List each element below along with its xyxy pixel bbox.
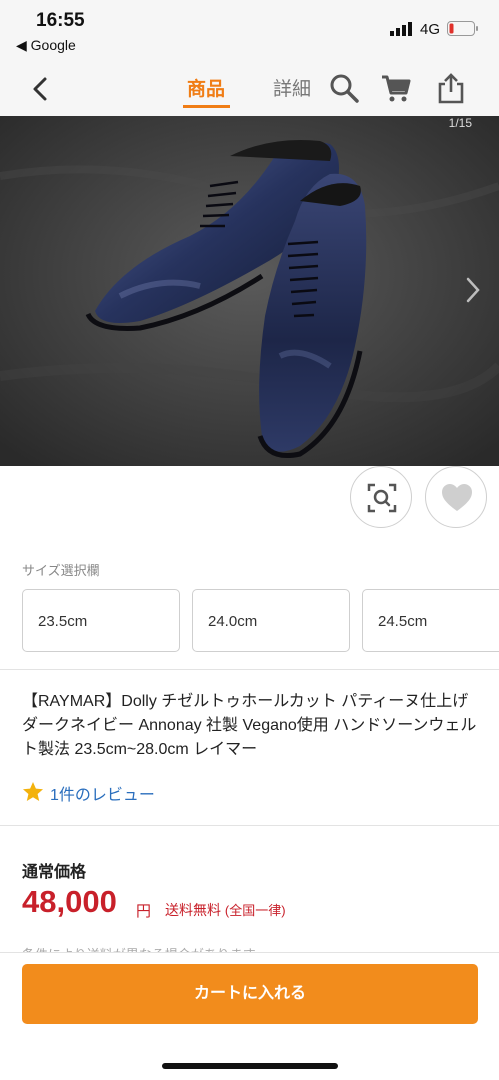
heart-icon [442,484,472,511]
shipping-note: (全国一律) [224,903,286,918]
status-time: 16:55 [36,10,85,31]
share-icon[interactable] [435,72,467,104]
search-icon[interactable] [328,72,360,104]
tab-details[interactable]: 詳細 [273,74,311,101]
top-nav-bar: 商品 詳細 [0,64,499,116]
tab-product[interactable]: 商品 [187,74,225,101]
size-option[interactable]: 24.0cm [192,589,350,652]
price-unit: 円 [136,903,152,920]
review-link[interactable]: 1件のレビュー [50,781,155,805]
divider [0,669,499,670]
price-value: 48,000 [22,884,117,919]
shoes-photo [0,116,499,466]
active-tab-indicator [183,105,230,108]
size-section-label: サイズ選択欄 [22,563,100,578]
bottom-action-bar: カートに入れる [0,952,499,1080]
size-option[interactable]: 24.5cm [362,589,499,652]
divider [0,825,499,826]
image-counter: 1/15 [448,116,472,130]
network-type: 4G [420,21,441,38]
star-icon [23,782,43,801]
add-to-cart-button[interactable]: カートに入れる [22,964,478,1024]
product-title: 【RAYMAR】Dolly チゼルトゥホールカット パティーヌ仕上げ ダークネイ… [22,693,477,758]
battery-icon [447,21,478,36]
status-bar: 16:55 ◀ Google 4G [0,0,499,64]
size-option[interactable]: 23.5cm [22,589,180,652]
back-to-google-link[interactable]: ◀ Google [16,37,76,54]
chevron-right-icon[interactable] [465,276,481,304]
cart-icon[interactable] [380,72,412,104]
price-label: 通常価格 [22,864,87,881]
cell-signal-icon [390,22,412,36]
zoom-button[interactable] [350,466,412,528]
product-image[interactable]: 1/15 [0,116,499,466]
shipping-info: 送料無料 (全国一律) [165,900,286,920]
shipping-free: 送料無料 [165,902,221,918]
favorite-button[interactable] [425,466,487,528]
home-indicator [162,1063,338,1069]
back-chevron-icon[interactable] [28,76,52,102]
zoom-search-icon [367,483,397,513]
